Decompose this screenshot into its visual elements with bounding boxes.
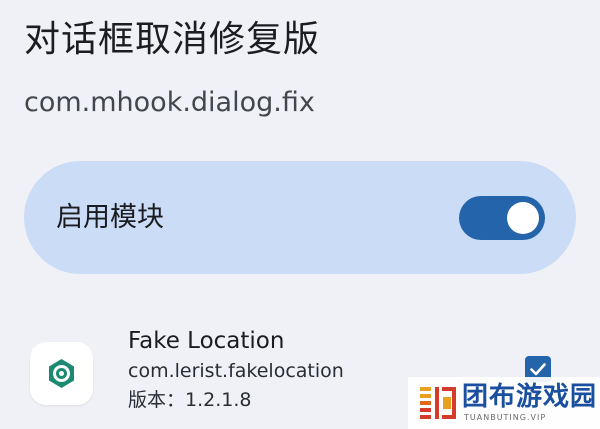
fake-location-app-icon [30, 342, 93, 405]
module-package: com.mhook.dialog.fix [24, 87, 315, 118]
module-title: 对话框取消修复版 [24, 19, 321, 60]
watermark-text: 团布游戏园 [462, 382, 598, 412]
watermark-subtext: TUANBUTING.VIP [464, 413, 547, 422]
location-target-icon [49, 359, 74, 388]
app-version: 版本：1.2.1.8 [128, 389, 252, 411]
enable-module-card[interactable]: 启用模块 [24, 161, 576, 274]
checkmark-icon [530, 363, 546, 376]
enable-module-switch[interactable] [459, 196, 545, 240]
watermark-logo-icon [420, 387, 456, 419]
site-watermark: 团布游戏园 TUANBUTING.VIP [408, 377, 600, 429]
app-package: com.lerist.fakelocation [128, 360, 344, 382]
switch-thumb [507, 202, 539, 234]
enable-module-label: 启用模块 [56, 202, 164, 233]
app-name: Fake Location [128, 328, 285, 354]
